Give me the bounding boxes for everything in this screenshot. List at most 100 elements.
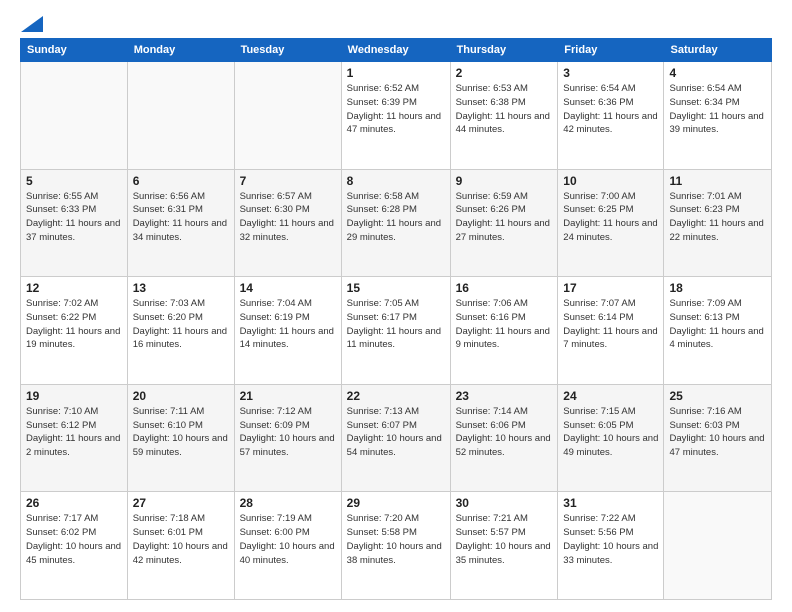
- calendar-week-row: 5Sunrise: 6:55 AM Sunset: 6:33 PM Daylig…: [21, 169, 772, 277]
- day-number: 20: [133, 389, 229, 403]
- day-number: 24: [563, 389, 658, 403]
- day-number: 19: [26, 389, 122, 403]
- day-info: Sunrise: 7:21 AM Sunset: 5:57 PM Dayligh…: [456, 512, 553, 567]
- day-number: 27: [133, 496, 229, 510]
- day-info: Sunrise: 7:22 AM Sunset: 5:56 PM Dayligh…: [563, 512, 658, 567]
- calendar-header-saturday: Saturday: [664, 39, 772, 62]
- calendar-cell: 4 Sunrise: 6:54 AM Sunset: 6:34 PM Daylig…: [664, 62, 772, 170]
- day-number: 26: [26, 496, 122, 510]
- day-number: 13: [133, 281, 229, 295]
- calendar-cell: 24 Sunrise: 7:15 AM Sunset: 6:05 PM Dayli…: [558, 384, 664, 492]
- calendar-header-monday: Monday: [127, 39, 234, 62]
- calendar-week-row: 12Sunrise: 7:02 AM Sunset: 6:22 PM Dayli…: [21, 277, 772, 385]
- calendar-cell: 22 Sunrise: 7:13 AM Sunset: 6:07 PM Dayli…: [341, 384, 450, 492]
- calendar-cell: [127, 62, 234, 170]
- day-number: 14: [240, 281, 336, 295]
- day-info: Sunrise: 7:09 AM Sunset: 6:13 PM Dayligh…: [669, 297, 766, 352]
- day-info: Sunrise: 7:17 AM Sunset: 6:02 PM Dayligh…: [26, 512, 122, 567]
- day-number: 28: [240, 496, 336, 510]
- day-info: Sunrise: 7:10 AM Sunset: 6:12 PM Dayligh…: [26, 405, 122, 460]
- calendar-cell: 2 Sunrise: 6:53 AM Sunset: 6:38 PM Daylig…: [450, 62, 558, 170]
- day-info: Sunrise: 7:19 AM Sunset: 6:00 PM Dayligh…: [240, 512, 336, 567]
- day-number: 31: [563, 496, 658, 510]
- day-info: Sunrise: 7:13 AM Sunset: 6:07 PM Dayligh…: [347, 405, 445, 460]
- calendar-header-friday: Friday: [558, 39, 664, 62]
- calendar-header-tuesday: Tuesday: [234, 39, 341, 62]
- day-info: Sunrise: 6:57 AM Sunset: 6:30 PM Dayligh…: [240, 190, 336, 245]
- calendar-cell: 17Sunrise: 7:07 AM Sunset: 6:14 PM Dayli…: [558, 277, 664, 385]
- calendar-cell: 28 Sunrise: 7:19 AM Sunset: 6:00 PM Dayli…: [234, 492, 341, 600]
- day-info: Sunrise: 6:58 AM Sunset: 6:28 PM Dayligh…: [347, 190, 445, 245]
- day-info: Sunrise: 7:12 AM Sunset: 6:09 PM Dayligh…: [240, 405, 336, 460]
- day-info: Sunrise: 7:05 AM Sunset: 6:17 PM Dayligh…: [347, 297, 445, 352]
- day-number: 4: [669, 66, 766, 80]
- day-number: 2: [456, 66, 553, 80]
- calendar-week-row: 19 Sunrise: 7:10 AM Sunset: 6:12 PM Dayli…: [21, 384, 772, 492]
- header: [20, 16, 772, 28]
- calendar-cell: 30 Sunrise: 7:21 AM Sunset: 5:57 PM Dayli…: [450, 492, 558, 600]
- day-info: Sunrise: 7:11 AM Sunset: 6:10 PM Dayligh…: [133, 405, 229, 460]
- day-number: 25: [669, 389, 766, 403]
- calendar-cell: 26 Sunrise: 7:17 AM Sunset: 6:02 PM Dayli…: [21, 492, 128, 600]
- calendar-cell: [664, 492, 772, 600]
- calendar-cell: 18Sunrise: 7:09 AM Sunset: 6:13 PM Dayli…: [664, 277, 772, 385]
- calendar-cell: 6 Sunrise: 6:56 AM Sunset: 6:31 PM Daylig…: [127, 169, 234, 277]
- calendar-cell: [234, 62, 341, 170]
- day-number: 22: [347, 389, 445, 403]
- calendar-cell: 1Sunrise: 6:52 AM Sunset: 6:39 PM Daylig…: [341, 62, 450, 170]
- day-number: 6: [133, 174, 229, 188]
- day-info: Sunrise: 7:20 AM Sunset: 5:58 PM Dayligh…: [347, 512, 445, 567]
- calendar-header-wednesday: Wednesday: [341, 39, 450, 62]
- calendar-cell: 3 Sunrise: 6:54 AM Sunset: 6:36 PM Daylig…: [558, 62, 664, 170]
- day-info: Sunrise: 7:02 AM Sunset: 6:22 PM Dayligh…: [26, 297, 122, 352]
- calendar-cell: 29 Sunrise: 7:20 AM Sunset: 5:58 PM Dayli…: [341, 492, 450, 600]
- day-info: Sunrise: 7:01 AM Sunset: 6:23 PM Dayligh…: [669, 190, 766, 245]
- day-info: Sunrise: 7:16 AM Sunset: 6:03 PM Dayligh…: [669, 405, 766, 460]
- page: SundayMondayTuesdayWednesdayThursdayFrid…: [0, 0, 792, 612]
- calendar-cell: [21, 62, 128, 170]
- day-info: Sunrise: 7:00 AM Sunset: 6:25 PM Dayligh…: [563, 190, 658, 245]
- day-info: Sunrise: 7:15 AM Sunset: 6:05 PM Dayligh…: [563, 405, 658, 460]
- calendar-header-thursday: Thursday: [450, 39, 558, 62]
- day-number: 3: [563, 66, 658, 80]
- calendar-cell: 15Sunrise: 7:05 AM Sunset: 6:17 PM Dayli…: [341, 277, 450, 385]
- day-number: 8: [347, 174, 445, 188]
- calendar-cell: 5Sunrise: 6:55 AM Sunset: 6:33 PM Daylig…: [21, 169, 128, 277]
- calendar-cell: 27 Sunrise: 7:18 AM Sunset: 6:01 PM Dayli…: [127, 492, 234, 600]
- calendar-cell: 31 Sunrise: 7:22 AM Sunset: 5:56 PM Dayli…: [558, 492, 664, 600]
- day-info: Sunrise: 6:59 AM Sunset: 6:26 PM Dayligh…: [456, 190, 553, 245]
- calendar-cell: 16Sunrise: 7:06 AM Sunset: 6:16 PM Dayli…: [450, 277, 558, 385]
- calendar-cell: 12Sunrise: 7:02 AM Sunset: 6:22 PM Dayli…: [21, 277, 128, 385]
- day-info: Sunrise: 6:55 AM Sunset: 6:33 PM Dayligh…: [26, 190, 122, 245]
- day-info: Sunrise: 7:07 AM Sunset: 6:14 PM Dayligh…: [563, 297, 658, 352]
- day-number: 9: [456, 174, 553, 188]
- calendar-cell: 23Sunrise: 7:14 AM Sunset: 6:06 PM Dayli…: [450, 384, 558, 492]
- day-info: Sunrise: 7:03 AM Sunset: 6:20 PM Dayligh…: [133, 297, 229, 352]
- calendar-cell: 25 Sunrise: 7:16 AM Sunset: 6:03 PM Dayli…: [664, 384, 772, 492]
- day-info: Sunrise: 7:18 AM Sunset: 6:01 PM Dayligh…: [133, 512, 229, 567]
- calendar-week-row: 1Sunrise: 6:52 AM Sunset: 6:39 PM Daylig…: [21, 62, 772, 170]
- day-info: Sunrise: 6:56 AM Sunset: 6:31 PM Dayligh…: [133, 190, 229, 245]
- day-info: Sunrise: 7:06 AM Sunset: 6:16 PM Dayligh…: [456, 297, 553, 352]
- day-info: Sunrise: 7:14 AM Sunset: 6:06 PM Dayligh…: [456, 405, 553, 460]
- day-number: 30: [456, 496, 553, 510]
- day-info: Sunrise: 7:04 AM Sunset: 6:19 PM Dayligh…: [240, 297, 336, 352]
- calendar-week-row: 26 Sunrise: 7:17 AM Sunset: 6:02 PM Dayli…: [21, 492, 772, 600]
- calendar-cell: 9 Sunrise: 6:59 AM Sunset: 6:26 PM Daylig…: [450, 169, 558, 277]
- day-number: 21: [240, 389, 336, 403]
- day-info: Sunrise: 6:53 AM Sunset: 6:38 PM Dayligh…: [456, 82, 553, 137]
- calendar-cell: 8 Sunrise: 6:58 AM Sunset: 6:28 PM Daylig…: [341, 169, 450, 277]
- calendar-cell: 14 Sunrise: 7:04 AM Sunset: 6:19 PM Dayli…: [234, 277, 341, 385]
- day-info: Sunrise: 6:52 AM Sunset: 6:39 PM Dayligh…: [347, 82, 445, 137]
- calendar-cell: 13 Sunrise: 7:03 AM Sunset: 6:20 PM Dayli…: [127, 277, 234, 385]
- day-info: Sunrise: 6:54 AM Sunset: 6:36 PM Dayligh…: [563, 82, 658, 137]
- calendar-cell: 7Sunrise: 6:57 AM Sunset: 6:30 PM Daylig…: [234, 169, 341, 277]
- calendar-cell: 21 Sunrise: 7:12 AM Sunset: 6:09 PM Dayli…: [234, 384, 341, 492]
- calendar-cell: 11 Sunrise: 7:01 AM Sunset: 6:23 PM Dayli…: [664, 169, 772, 277]
- day-number: 11: [669, 174, 766, 188]
- calendar-table: SundayMondayTuesdayWednesdayThursdayFrid…: [20, 38, 772, 600]
- day-number: 29: [347, 496, 445, 510]
- calendar-header-row: SundayMondayTuesdayWednesdayThursdayFrid…: [21, 39, 772, 62]
- day-info: Sunrise: 6:54 AM Sunset: 6:34 PM Dayligh…: [669, 82, 766, 137]
- calendar-cell: 10Sunrise: 7:00 AM Sunset: 6:25 PM Dayli…: [558, 169, 664, 277]
